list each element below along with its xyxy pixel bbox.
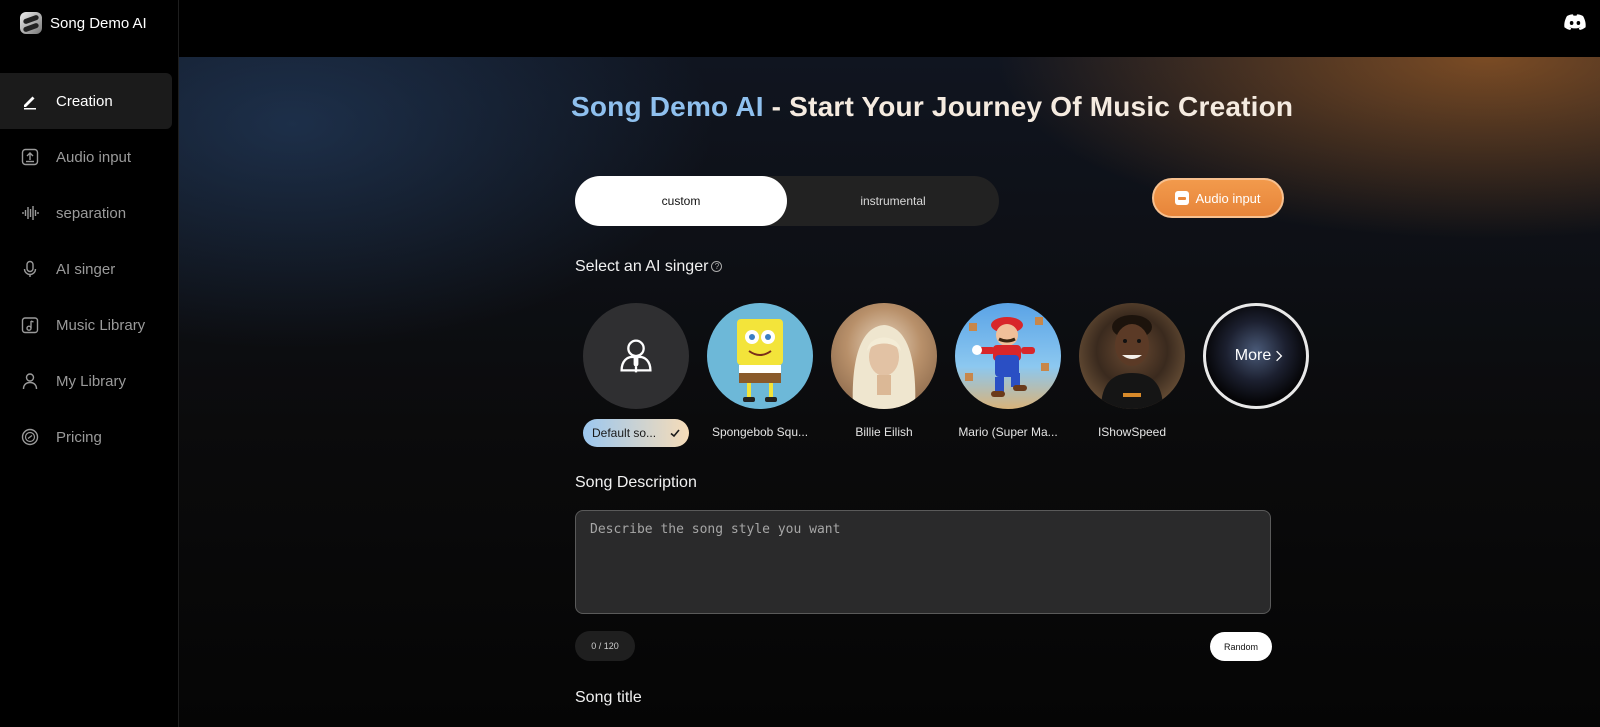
singer-name-label: Billie Eilish [855, 425, 913, 439]
sidebar-item-label: Creation [56, 92, 113, 110]
song-description-input[interactable] [590, 522, 1256, 602]
tab-instrumental[interactable]: instrumental [787, 176, 999, 226]
billie-eilish-avatar-image [852, 325, 916, 409]
sidebar-item-label: AI singer [56, 260, 116, 278]
singer-item-default[interactable]: Default so... [583, 303, 689, 447]
singer-section-text: Select an AI singer [575, 258, 709, 275]
singer-name-label: Default so... [592, 426, 657, 440]
sidebar-nav: Creation Audio input separation AI singe… [0, 73, 172, 465]
sidebar-item-my-library[interactable]: My Library [0, 353, 172, 409]
more-singers-button[interactable]: More [1203, 303, 1309, 409]
brand-name: Song Demo AI [50, 14, 147, 32]
song-title-label: Song title [575, 689, 642, 706]
more-label: More [1234, 347, 1272, 364]
page-title: Song Demo AI - Start Your Journey Of Mus… [571, 91, 1293, 123]
sidebar-item-label: Audio input [56, 148, 132, 166]
sidebar-item-label: Pricing [56, 428, 102, 446]
spongebob-avatar-image [737, 319, 783, 402]
singer-name-selected[interactable]: Default so... [583, 419, 689, 447]
singer-name-label: Spongebob Squ... [711, 425, 809, 439]
pencil-icon [20, 91, 40, 111]
singer-item-more[interactable]: More [1203, 303, 1309, 447]
sidebar-item-ai-singer[interactable]: AI singer [0, 241, 172, 297]
waveform-icon [20, 203, 40, 223]
page-title-text: - Start Your Journey Of Music Creation [763, 91, 1294, 122]
music-note-icon [20, 315, 40, 335]
singer-name-label: Mario (Super Ma... [958, 425, 1058, 439]
singer-avatar[interactable] [583, 303, 689, 409]
upload-icon [20, 147, 40, 167]
singer-section-label: Select an AI singer? [575, 258, 723, 276]
singer-avatar[interactable] [955, 303, 1061, 409]
sidebar: Song Demo AI Creation Audio input separa… [0, 0, 179, 727]
singer-list: Default so... Spongebob Squ... Billie Ei… [583, 303, 1309, 447]
user-icon [20, 371, 40, 391]
singer-avatar[interactable] [707, 303, 813, 409]
mario-avatar-image [965, 317, 1049, 397]
microphone-icon [20, 259, 40, 279]
coin-icon [20, 427, 40, 447]
chevron-right-icon [1276, 350, 1283, 362]
mode-toggle: custom instrumental [575, 176, 999, 226]
singer-avatar[interactable] [1079, 303, 1185, 409]
singer-item-ishowspeed[interactable]: IShowSpeed [1079, 303, 1185, 447]
singer-avatar[interactable] [831, 303, 937, 409]
sidebar-item-audio-input[interactable]: Audio input [0, 129, 172, 185]
tab-custom[interactable]: custom [575, 176, 787, 226]
brand[interactable]: Song Demo AI [20, 12, 147, 34]
singer-item-billie-eilish[interactable]: Billie Eilish [831, 303, 937, 447]
singer-item-mario[interactable]: Mario (Super Ma... [955, 303, 1061, 447]
main-content: Song Demo AI - Start Your Journey Of Mus… [179, 57, 1600, 727]
song-description-label: Song Description [575, 474, 697, 491]
character-counter: 0 / 120 [575, 631, 635, 661]
song-description-field[interactable] [575, 510, 1271, 614]
audio-input-button[interactable]: Audio input [1152, 178, 1284, 218]
sidebar-item-label: My Library [56, 372, 127, 390]
default-singer-icon [620, 339, 652, 373]
info-icon[interactable]: ? [711, 261, 723, 273]
discord-icon[interactable] [1562, 10, 1588, 36]
top-bar [179, 0, 1600, 57]
brand-logo-icon [20, 12, 42, 34]
singer-name-label: IShowSpeed [1097, 425, 1167, 439]
page-title-brand: Song Demo AI [571, 91, 764, 122]
sidebar-item-music-library[interactable]: Music Library [0, 297, 172, 353]
random-button[interactable]: Random [1210, 632, 1272, 661]
audio-input-icon [1175, 191, 1190, 205]
ishowspeed-avatar-image [1101, 315, 1163, 409]
sidebar-item-label: separation [56, 204, 127, 222]
sidebar-item-pricing[interactable]: Pricing [0, 409, 172, 465]
sidebar-item-label: Music Library [56, 316, 146, 334]
audio-input-label: Audio input [1195, 190, 1261, 206]
sidebar-item-creation[interactable]: Creation [0, 73, 172, 129]
sidebar-item-separation[interactable]: separation [0, 185, 172, 241]
check-icon [670, 429, 680, 438]
singer-item-spongebob[interactable]: Spongebob Squ... [707, 303, 813, 447]
